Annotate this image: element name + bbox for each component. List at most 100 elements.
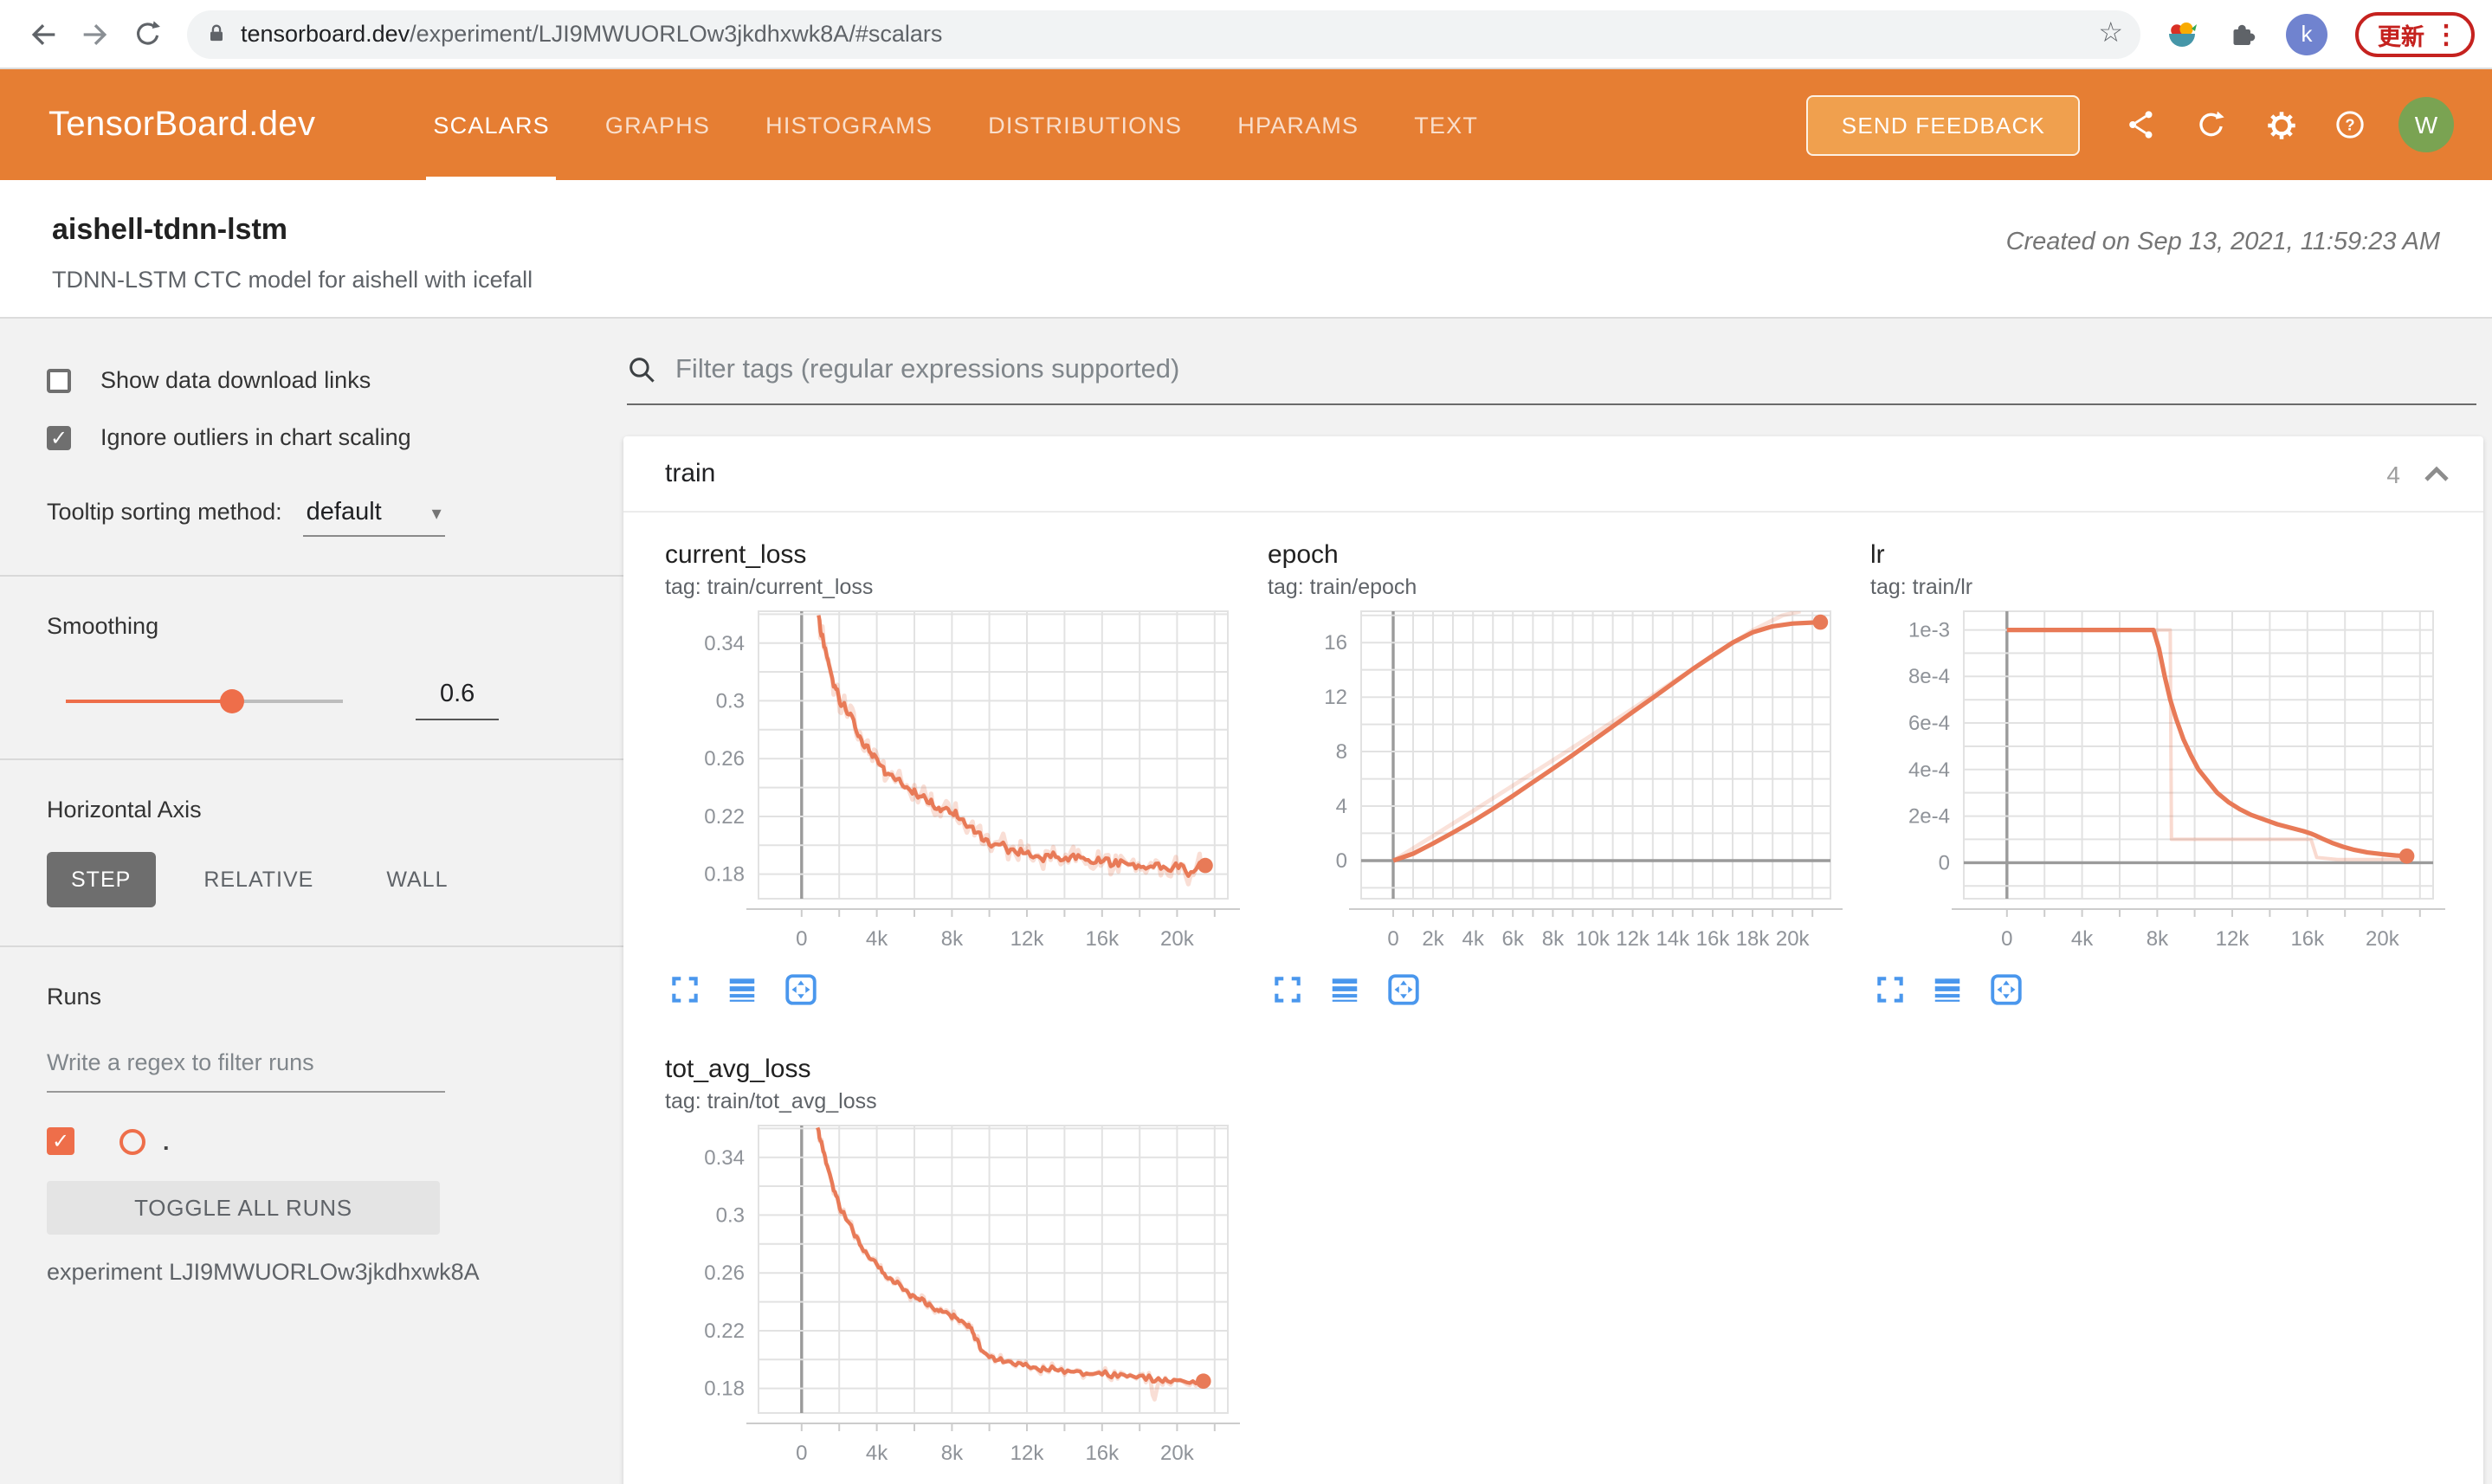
chart-plot[interactable]: 0 4k 8k 12k 16k 20k 0.18 0.22 0.26 0.3 0.34 bbox=[665, 1120, 1254, 1479]
scalars-main: Filter tags (regular expressions support… bbox=[623, 319, 2492, 1484]
chevron-up-icon[interactable] bbox=[2421, 462, 2452, 485]
fit-domain-icon[interactable] bbox=[1988, 971, 2024, 1007]
svg-text:0.34: 0.34 bbox=[704, 632, 745, 655]
svg-text:14k: 14k bbox=[1656, 927, 1690, 951]
browser-profile-avatar[interactable]: k bbox=[2286, 13, 2327, 55]
sidebar-divider bbox=[0, 575, 623, 577]
smoothing-value-input[interactable]: 0.6 bbox=[416, 681, 500, 720]
svg-text:18k: 18k bbox=[1736, 927, 1771, 951]
chart-plot[interactable]: 0 4k 8k 12k 16k 20k 0 2e-4 4e-4 6e-4 8e-4 1e-3 bbox=[1870, 606, 2459, 965]
reload-button[interactable] bbox=[121, 8, 173, 60]
ignore-outliers-checkbox[interactable]: ✓ bbox=[47, 425, 71, 449]
runs-label: Runs bbox=[47, 984, 102, 1010]
settings-button[interactable] bbox=[2246, 90, 2315, 159]
toggle-all-runs-button[interactable]: TOGGLE ALL RUNS bbox=[47, 1181, 440, 1235]
gear-icon bbox=[2267, 111, 2295, 139]
update-label: 更新 bbox=[2378, 23, 2424, 49]
svg-text:10k: 10k bbox=[1576, 927, 1611, 951]
extensions-puzzle-icon[interactable] bbox=[2227, 18, 2258, 49]
svg-text:0.22: 0.22 bbox=[704, 805, 745, 829]
svg-text:12k: 12k bbox=[2216, 927, 2250, 951]
svg-text:0.3: 0.3 bbox=[716, 1203, 745, 1227]
axis-step-button[interactable]: STEP bbox=[47, 852, 156, 907]
svg-text:0: 0 bbox=[796, 927, 807, 951]
fullscreen-icon[interactable] bbox=[1874, 972, 1907, 1005]
nav-tabs: SCALARS GRAPHS HISTOGRAMS DISTRIBUTIONS … bbox=[405, 69, 1506, 180]
browser-toolbar: tensorboard.dev/experiment/LJI9MWUORLOw3… bbox=[0, 0, 2492, 69]
show-download-links-row[interactable]: Show data download links bbox=[47, 367, 577, 393]
svg-text:16k: 16k bbox=[1696, 927, 1731, 951]
tag-group-header[interactable]: train 4 bbox=[623, 436, 2483, 513]
chart-title: lr bbox=[1870, 540, 1885, 570]
send-feedback-button[interactable]: SEND FEEDBACK bbox=[1806, 94, 2080, 155]
smoothing-slider-thumb[interactable] bbox=[220, 688, 244, 713]
help-icon: ? bbox=[2336, 111, 2364, 139]
url-bar[interactable]: tensorboard.dev/experiment/LJI9MWUORLOw3… bbox=[187, 10, 2140, 58]
run-name: . bbox=[163, 1128, 170, 1154]
tab-scalars[interactable]: SCALARS bbox=[405, 69, 577, 180]
svg-text:12k: 12k bbox=[1010, 1442, 1045, 1465]
sidebar-divider bbox=[0, 945, 623, 947]
tab-graphs[interactable]: GRAPHS bbox=[578, 69, 738, 180]
tooltip-sorting-label: Tooltip sorting method: bbox=[47, 499, 282, 525]
log-scale-icon[interactable] bbox=[724, 972, 760, 1005]
experiment-title: aishell-tdnn-lstm bbox=[52, 213, 288, 246]
tab-distributions[interactable]: DISTRIBUTIONS bbox=[960, 69, 1210, 180]
svg-text:4: 4 bbox=[1336, 795, 1347, 818]
forward-button[interactable] bbox=[69, 8, 121, 60]
log-scale-icon[interactable] bbox=[1929, 972, 1966, 1005]
app-header: TensorBoard.dev SCALARS GRAPHS HISTOGRAM… bbox=[0, 69, 2492, 180]
filter-tags-field[interactable]: Filter tags (regular expressions support… bbox=[627, 355, 2476, 405]
svg-text:0.26: 0.26 bbox=[704, 1261, 745, 1285]
tag-group-card: train 4 current_loss tag: train/current_… bbox=[623, 436, 2483, 1484]
svg-text:0.3: 0.3 bbox=[716, 689, 745, 713]
run-row: ✓ . bbox=[47, 1127, 577, 1155]
bookmark-star-icon[interactable]: ☆ bbox=[2098, 19, 2123, 48]
svg-text:12k: 12k bbox=[1010, 927, 1045, 951]
svg-text:0: 0 bbox=[2001, 927, 2012, 951]
axis-relative-button[interactable]: RELATIVE bbox=[179, 852, 338, 907]
help-button[interactable]: ? bbox=[2315, 90, 2385, 159]
tab-text[interactable]: TEXT bbox=[1386, 69, 1506, 180]
svg-text:20k: 20k bbox=[2366, 927, 2400, 951]
tooltip-sorting-select[interactable]: default ▾ bbox=[302, 499, 445, 537]
url-domain: tensorboard.dev bbox=[241, 21, 410, 47]
tab-hparams[interactable]: HPARAMS bbox=[1210, 69, 1386, 180]
browser-menu-icon[interactable]: ⋮ bbox=[2433, 18, 2459, 49]
smoothing-slider[interactable] bbox=[66, 688, 343, 713]
fruit-bowl-extension-icon[interactable] bbox=[2165, 16, 2199, 51]
show-download-links-checkbox[interactable] bbox=[47, 368, 71, 392]
url-path: /experiment/LJI9MWUORLOw3jkdhxwk8A/#scal… bbox=[410, 21, 943, 47]
back-button[interactable] bbox=[17, 8, 69, 60]
scalar-chart: tot_avg_loss tag: train/tot_avg_loss 0 4k… bbox=[665, 1055, 1254, 1484]
fullscreen-icon[interactable] bbox=[1271, 972, 1304, 1005]
forward-icon bbox=[83, 23, 107, 45]
lock-icon bbox=[210, 24, 223, 42]
tag-group-count: 4 bbox=[2386, 460, 2400, 487]
tab-histograms[interactable]: HISTOGRAMS bbox=[738, 69, 960, 180]
fullscreen-icon[interactable] bbox=[668, 972, 701, 1005]
fit-domain-icon[interactable] bbox=[1385, 971, 1422, 1007]
svg-text:0.18: 0.18 bbox=[704, 1378, 745, 1401]
chart-plot[interactable]: 0 4k 8k 12k 16k 20k 0.18 0.22 0.26 0.3 0.34 bbox=[665, 606, 1254, 965]
search-icon bbox=[629, 358, 655, 383]
fit-domain-icon[interactable] bbox=[783, 971, 819, 1007]
ignore-outliers-row[interactable]: ✓ Ignore outliers in chart scaling bbox=[47, 424, 577, 450]
svg-text:20k: 20k bbox=[1160, 1442, 1195, 1465]
log-scale-icon[interactable] bbox=[1327, 972, 1363, 1005]
check-icon: ✓ bbox=[49, 425, 68, 449]
smoothing-label: Smoothing bbox=[47, 613, 159, 639]
app-brand[interactable]: TensorBoard.dev bbox=[48, 105, 315, 145]
settings-sidebar: Show data download links ✓ Ignore outlie… bbox=[0, 319, 623, 1285]
svg-text:4k: 4k bbox=[866, 927, 888, 951]
axis-wall-button[interactable]: WALL bbox=[362, 852, 472, 907]
chart-title: epoch bbox=[1268, 540, 1339, 570]
run-color-swatch[interactable] bbox=[119, 1128, 145, 1154]
refresh-data-button[interactable] bbox=[2177, 90, 2246, 159]
runs-filter-input[interactable]: Write a regex to filter runs bbox=[47, 1049, 445, 1093]
share-button[interactable] bbox=[2108, 90, 2177, 159]
browser-update-button[interactable]: 更新 ⋮ bbox=[2355, 11, 2475, 56]
chart-plot[interactable]: 0 2k 4k 6k 8k 10k 12k 14k 16k 18k 20k 0 4 8 12 16 bbox=[1268, 606, 1856, 965]
account-avatar[interactable]: W bbox=[2398, 97, 2454, 152]
run-checkbox[interactable]: ✓ bbox=[47, 1127, 74, 1155]
